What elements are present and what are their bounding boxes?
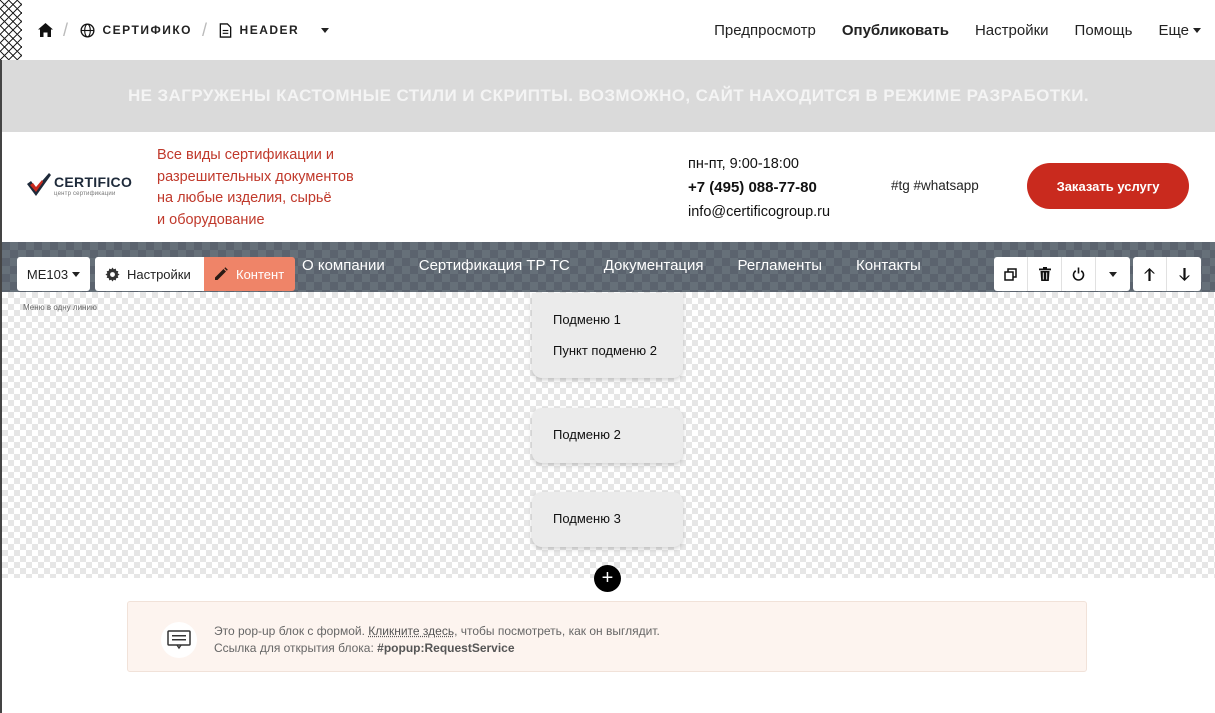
edge-decoration xyxy=(0,0,22,60)
home-icon xyxy=(38,23,53,37)
submenu-item[interactable]: Подменю 1 xyxy=(553,312,683,343)
tagline-line: на любые изделия, сырьё xyxy=(157,190,332,206)
popup-notice-text: Это pop-up блок с формой. Кликните здесь… xyxy=(214,623,660,657)
menu-bar: ME103 Настройки Контент О компании Серти… xyxy=(2,242,1215,292)
gear-icon xyxy=(105,266,120,282)
popup-notice-prefix: Это pop-up блок с формой. xyxy=(214,624,365,638)
popup-anchor-code: #popup:RequestService xyxy=(377,641,515,655)
checkmark-logo-icon xyxy=(27,173,51,196)
more-label: Еще xyxy=(1158,21,1189,39)
chevron-down-icon xyxy=(321,27,330,33)
more-menu[interactable]: Еще xyxy=(1158,22,1201,39)
chevron-down-icon xyxy=(1193,27,1201,33)
tagline-line: и оборудование xyxy=(157,211,265,228)
block-code-dropdown[interactable]: ME103 xyxy=(17,257,90,291)
order-service-button[interactable]: Заказать услугу xyxy=(1027,163,1189,209)
block-code-label: ME103 xyxy=(26,266,69,282)
chevron-down-icon xyxy=(1109,271,1117,277)
pencil-icon xyxy=(215,267,228,280)
editor-topnav: Предпросмотр Опубликовать Настройки Помо… xyxy=(714,0,1201,60)
social-links[interactable]: #tg #whatsapp xyxy=(891,178,979,193)
submenu-item[interactable]: Пункт подменю 2 xyxy=(553,343,683,374)
main-menu: О компании Сертификация ТР ТС Документац… xyxy=(302,257,921,277)
submenu-item[interactable]: Подменю 3 xyxy=(553,511,683,542)
popup-preview-link[interactable]: Кликните здесь xyxy=(368,624,454,638)
submenu-dropdown: Подменю 1 Пункт подменю 2 xyxy=(532,293,683,378)
dev-mode-text: НЕ ЗАГРУЖЕНЫ КАСТОМНЫЕ СТИЛИ И СКРИПТЫ. … xyxy=(127,86,1090,105)
tagline-line: Все виды сертификации и xyxy=(157,147,334,163)
menu-item-documentation[interactable]: Документация xyxy=(604,257,704,277)
logo-name: CERTIFICO xyxy=(54,173,133,190)
menu-item-about[interactable]: О компании xyxy=(302,257,385,277)
contacts: пн-пт, 9:00-18:00 +7 (495) 088-77-80 inf… xyxy=(688,152,830,224)
submenu-dropdown: Подменю 3 xyxy=(532,492,683,547)
popup-link-prefix: Ссылка для открытия блока: xyxy=(214,641,374,655)
move-tools xyxy=(1133,257,1201,291)
duplicate-icon xyxy=(1004,267,1017,281)
breadcrumb-site[interactable]: СЕРТИФИКО xyxy=(79,22,193,38)
dev-mode-banner: НЕ ЗАГРУЖЕНЫ КАСТОМНЫЕ СТИЛИ И СКРИПТЫ. … xyxy=(2,60,1215,132)
tagline-line: разрешительных документов xyxy=(157,168,354,185)
block-content-button[interactable]: Контент xyxy=(204,257,295,291)
trash-icon xyxy=(1038,267,1051,281)
home-link[interactable] xyxy=(38,23,53,37)
logo-subtitle: центр сертификации xyxy=(54,190,116,197)
help-link[interactable]: Помощь xyxy=(1075,22,1133,39)
popup-notice-line: Ссылка для открытия блока: #popup:Reques… xyxy=(214,640,660,657)
editor-topbar: / СЕРТИФИКО / HEADER Предпросмотр Опубли… xyxy=(22,0,1215,60)
menu-item-certification[interactable]: Сертификация ТР ТС xyxy=(419,257,570,277)
breadcrumb: / СЕРТИФИКО / HEADER xyxy=(38,19,330,41)
globe-icon xyxy=(79,22,95,38)
submenu-item[interactable]: Подменю 2 xyxy=(553,427,683,458)
block-settings-label: Настройки xyxy=(127,266,191,282)
duplicate-button[interactable] xyxy=(994,257,1028,291)
delete-button[interactable] xyxy=(1028,257,1062,291)
block-canvas: Меню в одну линию Подменю 1 Пункт подмен… xyxy=(2,292,1215,578)
submenu-dropdown: Подменю 2 xyxy=(532,408,683,463)
settings-link[interactable]: Настройки xyxy=(975,22,1049,39)
breadcrumb-site-label: СЕРТИФИКО xyxy=(102,23,193,37)
tagline: Все виды сертификации и разрешительных д… xyxy=(157,145,377,231)
move-down-button[interactable] xyxy=(1167,257,1201,291)
site-logo: CERTIFICO центр сертификации xyxy=(26,172,132,198)
site-header: CERTIFICO центр сертификации Все виды се… xyxy=(2,132,1215,242)
block-hint: Меню в одну линию xyxy=(23,303,97,312)
breadcrumb-page-label: HEADER xyxy=(239,23,300,37)
breadcrumb-separator: / xyxy=(202,19,209,40)
breadcrumb-page[interactable]: HEADER xyxy=(219,22,330,38)
menu-item-contacts[interactable]: Контакты xyxy=(856,257,921,277)
preview-link[interactable]: Предпросмотр xyxy=(714,22,816,39)
toggle-visibility-button[interactable] xyxy=(1062,257,1096,291)
working-hours: пн-пт, 9:00-18:00 xyxy=(688,156,799,172)
breadcrumb-separator: / xyxy=(63,19,70,40)
block-settings-button[interactable]: Настройки xyxy=(95,257,205,291)
block-options-dropdown[interactable] xyxy=(1096,257,1130,291)
chevron-down-icon xyxy=(72,271,81,277)
popup-notice-suffix: , чтобы посмотреть, как он выглядит. xyxy=(454,624,660,638)
page: / СЕРТИФИКО / HEADER Предпросмотр Опубли… xyxy=(0,0,1215,713)
add-block-button[interactable]: + xyxy=(594,565,621,592)
arrow-up-icon xyxy=(1144,267,1155,281)
publish-link[interactable]: Опубликовать xyxy=(842,22,949,39)
popup-notice: Это pop-up блок с формой. Кликните здесь… xyxy=(127,601,1087,672)
arrow-down-icon xyxy=(1178,267,1190,281)
block-content-label: Контент xyxy=(236,266,285,282)
menu-item-regulations[interactable]: Регламенты xyxy=(738,257,823,277)
block-tools xyxy=(994,257,1130,291)
phone-link[interactable]: +7 (495) 088-77-80 xyxy=(688,176,830,200)
power-icon xyxy=(1072,267,1085,281)
popup-icon xyxy=(161,622,197,658)
page-icon xyxy=(219,22,231,38)
popup-notice-line: Это pop-up блок с формой. Кликните здесь… xyxy=(214,623,660,640)
email-link[interactable]: info@certificogroup.ru xyxy=(688,200,830,224)
move-up-button[interactable] xyxy=(1133,257,1167,291)
